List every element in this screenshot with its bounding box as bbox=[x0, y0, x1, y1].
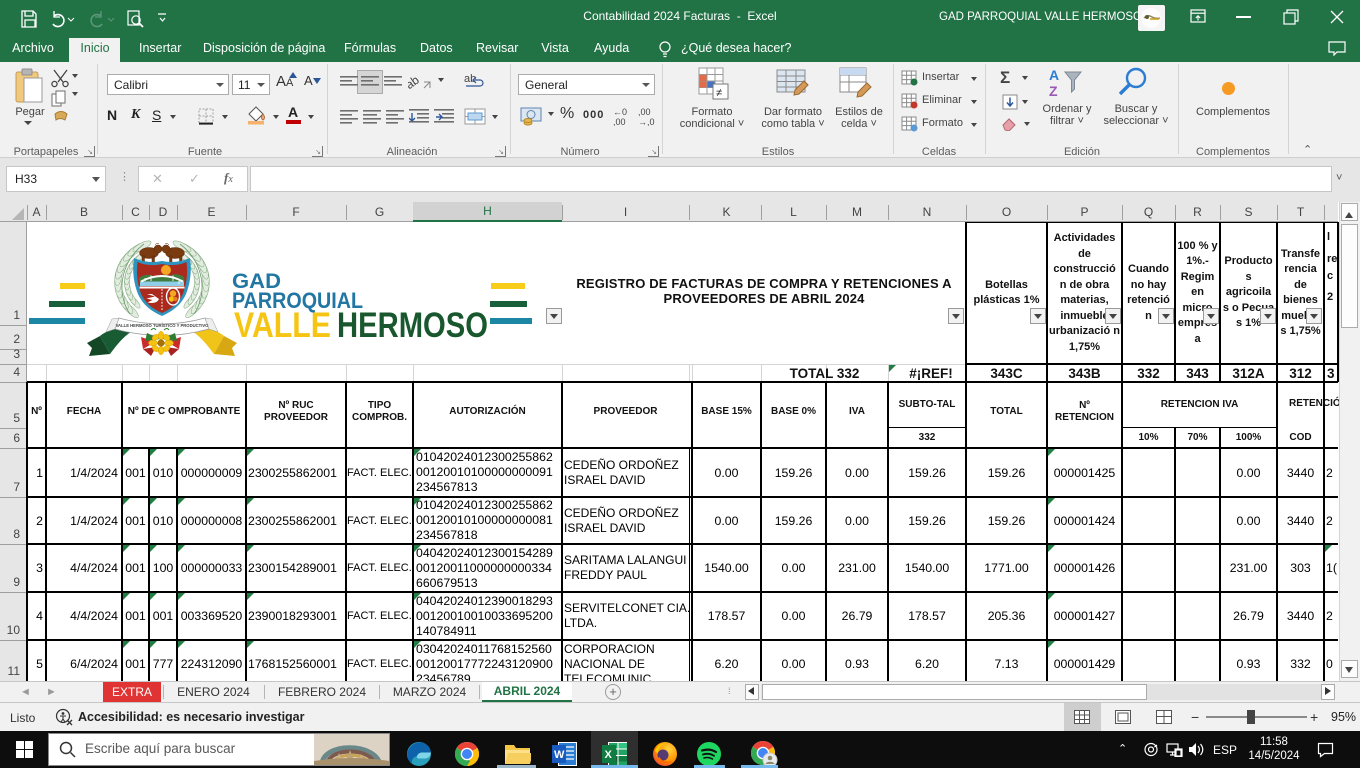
svg-text:HERMOSO: HERMOSO bbox=[337, 306, 488, 345]
svg-text:A: A bbox=[1049, 67, 1059, 83]
svg-text:X: X bbox=[605, 749, 613, 761]
svg-text:Z: Z bbox=[1049, 83, 1058, 99]
svg-text:,00: ,00 bbox=[638, 107, 651, 117]
svg-text:ab: ab bbox=[408, 73, 422, 92]
svg-text:VALLE: VALLE bbox=[234, 306, 331, 345]
svg-text:,00: ,00 bbox=[613, 117, 626, 126]
svg-text:→,0: →,0 bbox=[638, 117, 655, 126]
svg-text:W: W bbox=[554, 749, 565, 761]
svg-text:≠: ≠ bbox=[716, 87, 722, 99]
svg-text:←0: ←0 bbox=[613, 107, 627, 117]
svg-text:VALLE HERMOSO TURÍSTICO Y PROD: VALLE HERMOSO TURÍSTICO Y PRODUCTIVO bbox=[116, 323, 210, 328]
